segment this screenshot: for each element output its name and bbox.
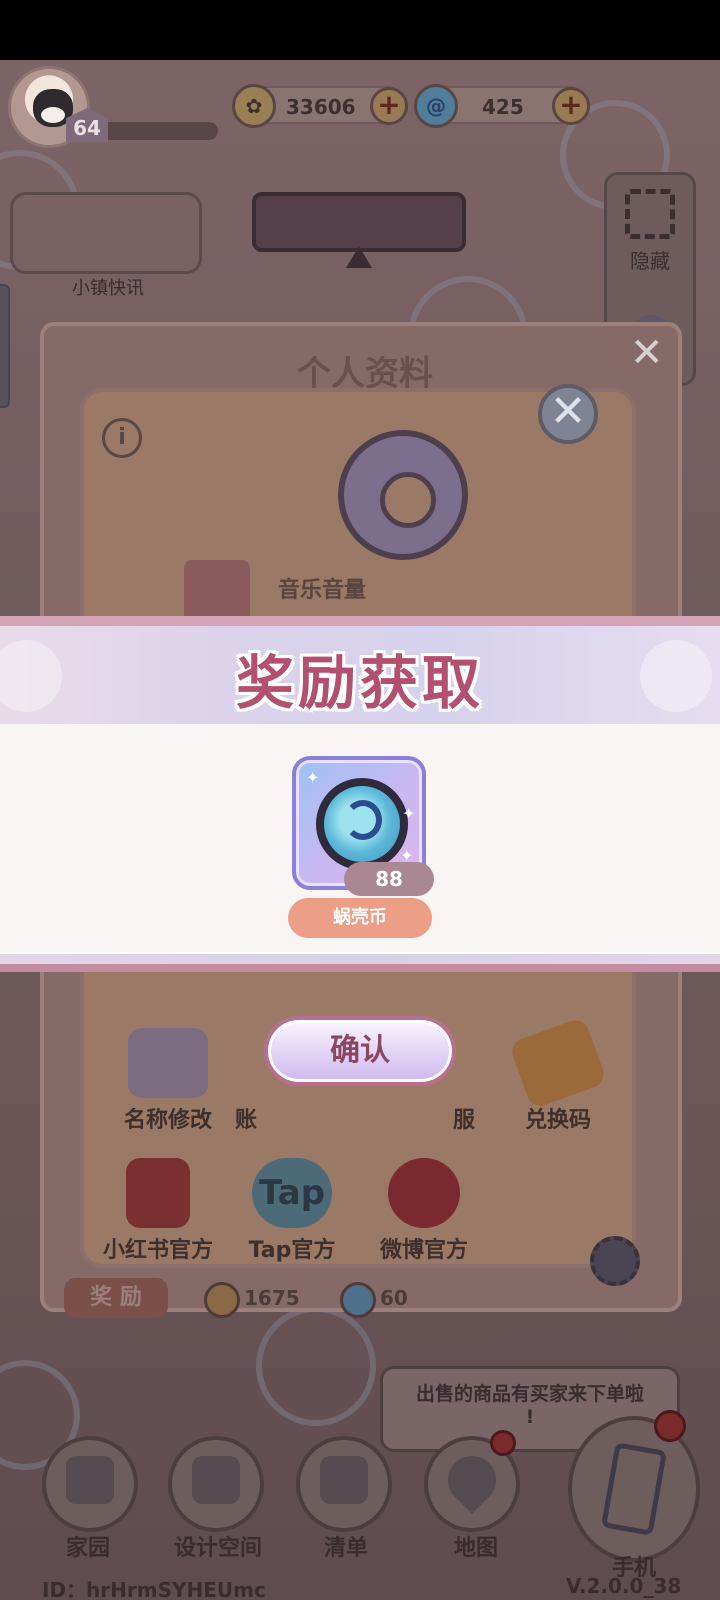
- reward-gold: 1675: [204, 1278, 300, 1318]
- notification-dot: [490, 1430, 516, 1456]
- reward-label: 奖 励: [64, 1278, 168, 1318]
- toast-text: 出售的商品有买家来下单啦: [415, 1383, 644, 1405]
- reward-shell-amount: 60: [380, 1286, 408, 1310]
- gold-amount: 33606: [286, 95, 356, 119]
- swirl-icon: [344, 800, 382, 840]
- reward-popup: 奖励获取 ✦ ✦ ✦ 88 蜗壳币: [0, 616, 720, 976]
- action-label: 微博官方: [379, 1238, 468, 1263]
- action-label: 名称修改: [123, 1108, 212, 1133]
- xiaohongshu-icon: [126, 1158, 190, 1228]
- shell-amount: 425: [482, 95, 524, 119]
- account-icon: [226, 1028, 266, 1098]
- action-label: Tap官方: [248, 1238, 336, 1263]
- action-label: 小红书官方: [102, 1238, 213, 1263]
- account-button[interactable]: 账: [226, 1028, 266, 1134]
- tap-button[interactable]: Tap Tap官方: [222, 1158, 362, 1264]
- town-news-label: 小镇快讯: [72, 278, 144, 299]
- music-volume-label: 音乐音量: [278, 578, 367, 603]
- add-gold-button[interactable]: +: [370, 87, 408, 125]
- gold-coin-icon: ✿: [232, 84, 276, 128]
- nav-home-label: 家园: [65, 1536, 110, 1561]
- close-x-icon[interactable]: ✕: [630, 330, 664, 376]
- gear-icon[interactable]: [590, 1236, 640, 1286]
- map-pin-icon: [438, 1446, 506, 1514]
- coin-face: [324, 786, 400, 862]
- shell-coin-icon: @: [414, 84, 458, 128]
- reward-title: 奖励获取: [235, 649, 484, 717]
- banner-caret-icon: [346, 246, 372, 268]
- reward-shell: 60: [340, 1278, 408, 1318]
- sparkle-icon: ✦: [402, 804, 416, 823]
- status-bar: [0, 0, 720, 60]
- left-edge-tab[interactable]: [0, 284, 10, 408]
- action-label: 服: [452, 1108, 475, 1133]
- weibo-icon: [388, 1158, 460, 1228]
- settings-gear-icon: [338, 430, 468, 560]
- popup-bottom-border: [0, 952, 720, 964]
- ticket-icon: [508, 1016, 608, 1110]
- design-ruler-icon: [192, 1456, 240, 1504]
- shell-coin-icon: [340, 1281, 376, 1318]
- level-progress-bar: [98, 120, 220, 142]
- action-label: 账: [234, 1108, 257, 1133]
- weibo-button[interactable]: 微博官方: [354, 1158, 494, 1264]
- popup-top-border: [0, 616, 720, 626]
- user-id: ID：hrHrmSYHEUmc: [42, 1578, 266, 1600]
- shell-currency: @ 425 +: [414, 84, 590, 128]
- rename-button[interactable]: 名称修改: [98, 1028, 238, 1134]
- nav-list-label: 清单: [323, 1536, 368, 1561]
- pencil-icon: [128, 1028, 208, 1098]
- redeem-code-button[interactable]: 兑换码: [488, 1016, 628, 1134]
- reward-item-name: 蜗壳币: [288, 898, 432, 938]
- nav-list-button[interactable]: [296, 1436, 392, 1532]
- scan-icon[interactable]: [625, 189, 675, 239]
- shell-coin-icon: [316, 778, 408, 870]
- popup-header: 奖励获取: [0, 626, 720, 724]
- nav-design-button[interactable]: [168, 1436, 264, 1532]
- hide-label[interactable]: 隐藏: [607, 245, 693, 274]
- event-banner[interactable]: [252, 192, 466, 252]
- add-shell-button[interactable]: +: [552, 87, 590, 125]
- gold-currency: ✿ 33606 +: [232, 84, 408, 128]
- reward-count-badge: 88: [344, 862, 434, 896]
- close-button[interactable]: ✕: [538, 384, 598, 444]
- reward-strip: 奖 励 1675 60: [64, 1272, 664, 1322]
- home-icon: [66, 1456, 114, 1504]
- xiaohongshu-button[interactable]: 小红书官方: [88, 1158, 228, 1264]
- checklist-icon: [320, 1456, 368, 1504]
- gold-coin-icon: [204, 1281, 240, 1318]
- confirm-button[interactable]: 确认: [264, 1016, 456, 1086]
- action-label: 兑换码: [524, 1108, 591, 1133]
- sparkle-icon: ✦: [306, 768, 320, 787]
- nav-home-button[interactable]: [42, 1436, 138, 1532]
- notification-dot: [654, 1410, 686, 1442]
- reward-gold-amount: 1675: [244, 1286, 300, 1310]
- nav-design-label: 设计空间: [173, 1536, 262, 1561]
- town-news-panel[interactable]: [10, 192, 202, 274]
- info-icon[interactable]: i: [102, 418, 142, 458]
- popup-bottom-edge: [0, 964, 720, 972]
- bg-decoration: [256, 1306, 376, 1426]
- phone-icon: [600, 1442, 668, 1536]
- version-label: V.2.0.0_38: [566, 1574, 682, 1598]
- tap-icon: Tap: [252, 1158, 332, 1228]
- nav-map-label: 地图: [453, 1536, 498, 1561]
